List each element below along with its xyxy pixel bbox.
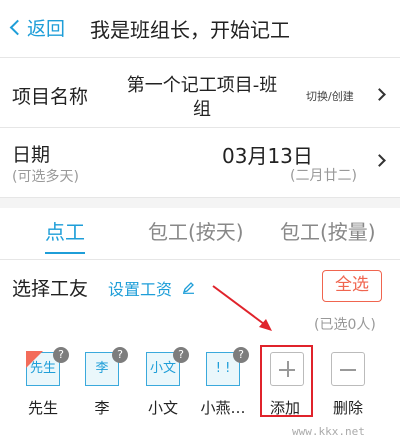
worker-item[interactable]: 李 ? 李 — [76, 347, 136, 423]
back-button[interactable]: 返回 — [6, 14, 65, 41]
section-divider — [0, 198, 400, 208]
chevron-left-icon — [9, 19, 26, 36]
project-name-line1: 第一个记工项目-班 — [126, 75, 278, 96]
chevron-right-icon — [373, 88, 386, 101]
set-wage-link[interactable]: 设置工资 — [108, 276, 172, 300]
project-name-line2: 组 — [193, 99, 211, 120]
selected-count: (已选0人) — [314, 317, 376, 333]
page-title: 我是班组长，开始记工 — [90, 18, 290, 42]
worker-name: 小燕… — [200, 399, 246, 417]
chevron-right-icon — [373, 154, 386, 167]
back-label: 返回 — [27, 18, 66, 40]
tab-contract-by-day[interactable]: 包工(按天) — [148, 216, 244, 245]
project-name: 第一个记工项目-班 组 — [112, 74, 292, 122]
tab-bar: 点工 包工(按天) 包工(按量) — [0, 208, 400, 260]
date-hint: (可选多天) — [12, 169, 79, 185]
corner-ribbon-icon — [26, 351, 43, 368]
header-bar: 返回 我是班组长，开始记工 — [0, 0, 400, 58]
worker-item[interactable]: 小文 ? 小文 — [137, 347, 197, 423]
tab-contract-by-quantity[interactable]: 包工(按量) — [280, 216, 376, 245]
active-tab-indicator — [45, 252, 85, 254]
worker-name: 先生 — [27, 399, 58, 417]
pencil-icon[interactable] — [182, 281, 195, 294]
delete-worker-button[interactable] — [331, 352, 365, 386]
watermark: www.kkx.net — [292, 425, 365, 438]
question-icon[interactable]: ? — [112, 347, 128, 363]
highlight-box — [260, 345, 313, 417]
delete-worker-label: 删除 — [333, 399, 364, 417]
switch-create-link[interactable]: 切换/创建 — [306, 88, 354, 104]
worker-item[interactable]: ! ! ? 小燕… — [197, 347, 257, 423]
question-icon[interactable]: ? — [53, 347, 69, 363]
question-icon[interactable]: ? — [173, 347, 189, 363]
select-all-button[interactable]: 全选 — [322, 270, 382, 302]
project-row[interactable]: 项目名称 第一个记工项目-班 组 切换/创建 — [0, 58, 400, 128]
worker-item[interactable]: 先生 ? 先生 — [17, 347, 77, 423]
tab-point-work[interactable]: 点工 — [45, 216, 85, 245]
worker-name: 小文 — [147, 399, 178, 417]
date-label: 日期 — [12, 144, 51, 166]
project-label: 项目名称 — [12, 86, 89, 108]
worker-name: 李 — [94, 399, 110, 417]
date-row[interactable]: 日期 (可选多天) 03月13日 — [0, 128, 400, 198]
date-lunar: (二月廿二) — [290, 168, 357, 184]
select-workers-title: 选择工友 — [12, 278, 89, 300]
question-icon[interactable]: ? — [233, 347, 249, 363]
